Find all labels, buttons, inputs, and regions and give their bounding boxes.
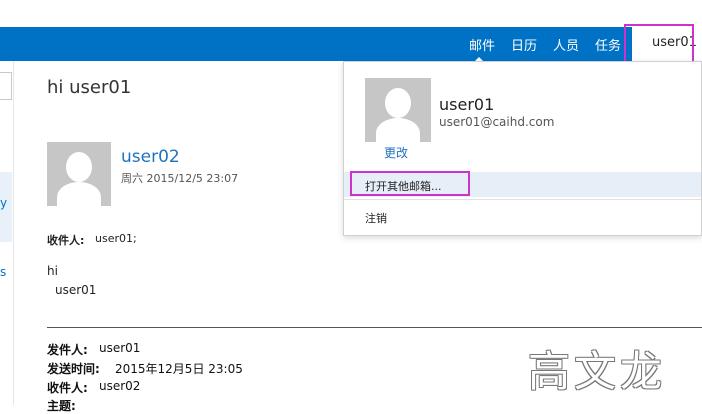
quote-divider (47, 327, 702, 328)
sender-date: 周六 2015/12/5 23:07 (121, 172, 239, 185)
quoted-sent-value: 2015年12月5日 23:05 (115, 362, 243, 376)
nav-people[interactable]: 人员 (553, 35, 579, 54)
quoted-subject-label: 主题: (47, 399, 76, 413)
account-name: user01 (439, 95, 495, 114)
nav-calendar[interactable]: 日历 (511, 35, 537, 54)
watermark-text: 高文龙 (528, 347, 667, 396)
truncated-glyph: s (0, 265, 7, 279)
recipients-value[interactable]: user01; (95, 232, 137, 245)
window-frame-top (0, 0, 702, 28)
quoted-sent-label: 发送时间: (47, 362, 100, 376)
highlight-open-other (350, 171, 470, 196)
message-subject: hi user01 (47, 77, 132, 98)
account-avatar (365, 78, 431, 142)
search-input-edge[interactable] (0, 72, 12, 100)
nav-mail[interactable]: 邮件 (469, 35, 495, 54)
change-photo-link[interactable]: 更改 (384, 144, 408, 161)
message-body-line: hi (47, 264, 58, 278)
message-body-line: user01 (55, 283, 97, 297)
sign-out-link[interactable]: 注销 (365, 210, 387, 226)
menu-divider (344, 199, 701, 200)
nav-tasks[interactable]: 任务 (595, 35, 621, 54)
sender-name-link[interactable]: user02 (121, 147, 180, 167)
quoted-from-label: 发件人: (47, 343, 88, 357)
recipients-label: 收件人: (47, 234, 85, 247)
sender-avatar (47, 142, 111, 206)
quoted-to-label: 收件人: (47, 381, 88, 395)
account-email: user01@caihd.com (439, 115, 555, 129)
quoted-from-value: user01 (99, 341, 141, 355)
truncated-glyph: y (0, 196, 8, 210)
quoted-to-value: user02 (99, 379, 141, 393)
